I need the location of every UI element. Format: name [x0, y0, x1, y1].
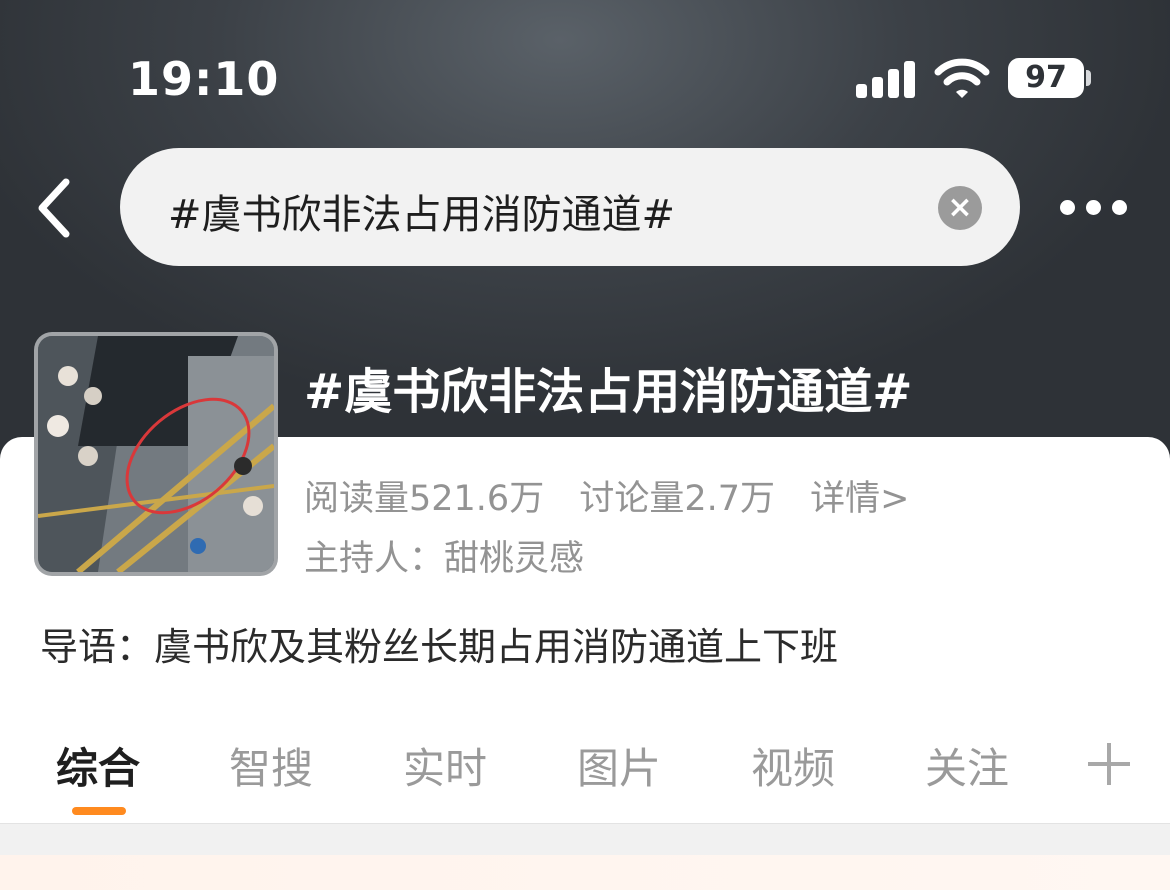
read-count: 阅读量521.6万 — [304, 479, 545, 519]
topic-thumbnail[interactable] — [34, 332, 278, 576]
thumbnail-image — [38, 336, 274, 572]
topic-guide: 导语：虞书欣及其粉丝长期占用消防通道上下班 — [40, 625, 839, 669]
content-preview-strip — [0, 855, 1170, 890]
chevron-left-icon[interactable] — [30, 176, 80, 240]
search-input[interactable]: #虞书欣非法占用消防通道# × — [120, 148, 1020, 266]
discussion-count: 讨论量2.7万 — [579, 479, 776, 519]
clear-icon[interactable]: × — [938, 186, 982, 230]
tab-realtime[interactable]: 实时 — [403, 735, 487, 796]
wifi-icon — [934, 58, 990, 98]
tab-smart-search[interactable]: 智搜 — [229, 735, 313, 796]
battery-icon: 97 — [1008, 58, 1084, 98]
plus-icon[interactable] — [1086, 741, 1132, 787]
tab-images[interactable]: 图片 — [577, 735, 661, 796]
section-divider — [0, 823, 1170, 856]
search-query: #虞书欣非法占用消防通道# — [168, 192, 676, 238]
details-link[interactable]: 详情> — [810, 479, 909, 519]
tab-following[interactable]: 关注 — [925, 735, 1009, 796]
host-info: 主持人：甜桃灵感 — [304, 539, 585, 579]
tab-videos[interactable]: 视频 — [751, 735, 835, 796]
tab-comprehensive[interactable]: 综合 — [56, 735, 140, 796]
more-icon[interactable] — [1056, 190, 1136, 224]
topic-title: #虞书欣非法占用消防通道# — [304, 364, 913, 420]
top-nav: #虞书欣非法占用消防通道# × — [0, 148, 1170, 268]
status-bar: 19:10 97 — [0, 0, 1170, 150]
active-tab-indicator — [72, 807, 126, 815]
battery-tip — [1086, 70, 1091, 86]
tab-bar: 综合 智搜 实时 图片 视频 关注 — [0, 725, 1170, 820]
signal-icon — [856, 60, 916, 98]
topic-stats: 阅读量521.6万 讨论量2.7万 详情> — [304, 470, 933, 521]
clock: 19:10 — [128, 52, 280, 106]
